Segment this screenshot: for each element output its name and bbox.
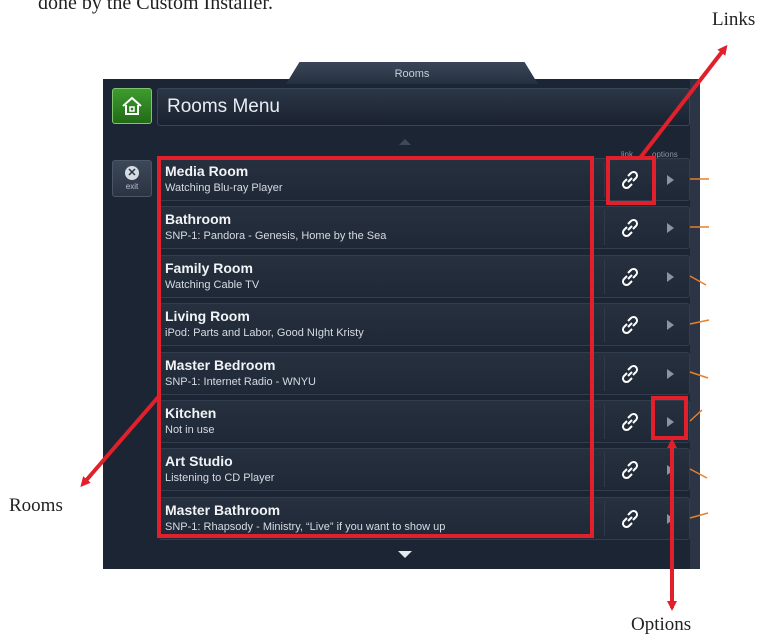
options-arrow-icon[interactable] <box>667 320 674 331</box>
scroll-down-icon[interactable] <box>398 551 412 558</box>
room-name: Family Room <box>165 259 253 276</box>
row-divider <box>604 500 605 536</box>
room-row[interactable]: Master Bedroom SNP-1: Internet Radio - WN… <box>159 351 690 395</box>
room-status: SNP-1: Pandora - Genesis, Home by the Se… <box>165 230 387 243</box>
room-row[interactable]: Living Room iPod: Parts and Labor, Good N… <box>159 303 690 347</box>
callout-options: Options <box>631 614 692 635</box>
room-name: Media Room <box>165 163 249 179</box>
window-tab: Rooms <box>286 62 538 84</box>
link-icon[interactable] <box>618 168 642 192</box>
room-status: Not in use <box>165 424 215 436</box>
options-arrow-icon[interactable] <box>667 465 674 476</box>
link-icon[interactable] <box>618 265 642 289</box>
room-name: Living Room <box>165 308 250 325</box>
options-arrow-icon[interactable] <box>667 175 674 185</box>
room-name: Kitchen <box>165 405 217 421</box>
options-arrow-icon[interactable] <box>667 223 674 234</box>
room-status: SNP-1: Rhapsody - Ministry, “Live” if yo… <box>165 520 446 533</box>
room-name: Art Studio <box>165 453 233 470</box>
room-name: Master Bedroom <box>165 356 276 373</box>
options-arrow-icon[interactable] <box>667 513 674 524</box>
options-arrow-icon[interactable] <box>667 271 674 282</box>
row-divider <box>604 404 605 439</box>
row-divider <box>604 210 605 246</box>
row-divider <box>604 307 605 343</box>
callout-rooms: Rooms <box>9 495 63 516</box>
room-status: Watching Blu-ray Player <box>165 182 283 194</box>
room-row[interactable]: Kitchen Not in use <box>159 400 690 443</box>
page-title: Rooms Menu <box>157 88 690 126</box>
link-icon[interactable] <box>618 410 642 434</box>
room-status: iPod: Parts and Labor, Good NIght Kristy <box>165 327 364 340</box>
exit-button[interactable]: ✕ exit <box>112 160 152 197</box>
room-row[interactable]: Bathroom SNP-1: Pandora - Genesis, Home b… <box>159 206 690 250</box>
home-icon <box>122 96 142 115</box>
room-name: Master Bathroom <box>165 501 281 518</box>
scroll-up-icon[interactable] <box>399 139 411 145</box>
room-row[interactable]: Media Room Watching Blu-ray Player <box>159 158 690 201</box>
options-arrow-icon[interactable] <box>667 417 674 427</box>
options-arrow-icon[interactable] <box>667 368 674 379</box>
row-divider <box>604 452 605 488</box>
link-icon[interactable] <box>618 507 642 531</box>
room-name: Bathroom <box>165 211 232 228</box>
link-icon[interactable] <box>618 362 642 386</box>
room-row[interactable]: Art Studio Listening to CD Player <box>159 448 690 492</box>
link-icon[interactable] <box>618 313 642 337</box>
exit-label: exit <box>125 182 139 191</box>
row-divider <box>604 162 605 197</box>
room-status: Listening to CD Player <box>165 472 275 485</box>
callout-links: Links <box>712 9 756 30</box>
row-divider <box>604 258 605 294</box>
room-status: Watching Cable TV <box>165 278 260 291</box>
home-button[interactable] <box>112 88 152 124</box>
room-status: SNP-1: Internet Radio - WNYU <box>165 375 316 388</box>
row-divider <box>604 355 605 391</box>
link-icon[interactable] <box>618 458 642 482</box>
room-row[interactable]: Master Bathroom SNP-1: Rhapsody - Ministr… <box>159 496 690 540</box>
link-icon[interactable] <box>618 216 642 240</box>
document-text: done by the Custom Installer. <box>38 0 273 14</box>
room-row[interactable]: Family Room Watching Cable TV <box>159 254 690 298</box>
panel-edge <box>690 79 700 569</box>
close-icon: ✕ <box>125 166 139 180</box>
